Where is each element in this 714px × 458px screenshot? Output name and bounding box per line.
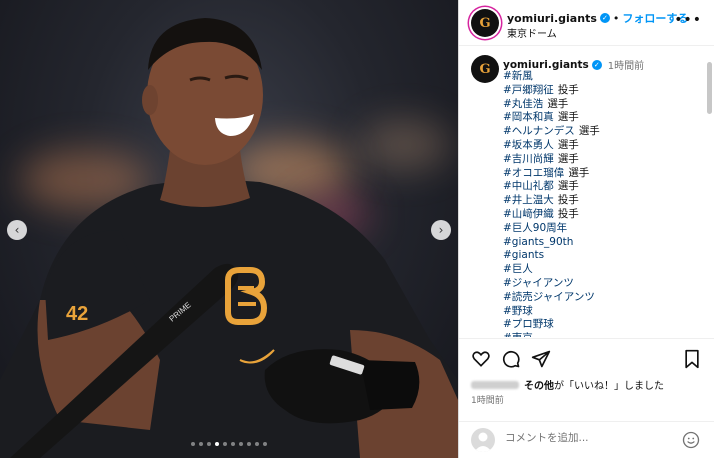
hashtag-line: #プロ野球 (503, 318, 600, 332)
hashtag-line: #巨人90周年 (503, 222, 600, 236)
player-figure: 42 PRIME (0, 18, 458, 458)
hashtag-link[interactable]: #井上温大 (503, 194, 554, 206)
hashtag-link[interactable]: #オコエ瑠偉 (503, 167, 564, 179)
hashtag-link[interactable]: #坂本勇人 (503, 139, 554, 151)
hashtag-link[interactable]: #giants (503, 249, 544, 261)
hashtag-line: #山﨑伊織 投手 (503, 208, 600, 222)
hashtag-link[interactable]: #giants_90th (503, 236, 573, 248)
hashtag-suffix: 選手 (557, 180, 579, 193)
hashtag-line: #井上温大 投手 (503, 194, 600, 208)
more-options-icon[interactable]: ••• (674, 12, 702, 28)
post-photo[interactable]: 42 PRIME ‹ › (0, 0, 458, 458)
chevron-right-icon: › (438, 223, 444, 237)
likes-rest: が「いいね！」しました (554, 381, 664, 392)
viewer-avatar (471, 428, 495, 452)
bookmark-icon[interactable] (682, 349, 702, 369)
hashtag-link[interactable]: #丸佳浩 (503, 98, 543, 110)
location-link[interactable]: 東京ドーム (507, 25, 557, 40)
hashtag-link[interactable]: #巨人 (503, 263, 533, 275)
hashtag-link[interactable]: #新風 (503, 70, 533, 82)
hashtag-link[interactable]: #プロ野球 (503, 318, 554, 330)
hashtag-line: #野球 (503, 305, 600, 319)
hashtag-line: #オコエ瑠偉 選手 (503, 167, 600, 181)
caption-username[interactable]: yomiuri.giants (503, 59, 589, 71)
hashtag-line: #東京 (503, 332, 600, 337)
hashtag-line: #岡本和真 選手 (503, 111, 600, 125)
hashtag-list: #新風 #戸郷翔征 投手 #丸佳浩 選手 #岡本和真 選手 #ヘルナンデス 選手 #坂本勇人 選手 #… (503, 70, 600, 337)
carousel-dot (263, 442, 267, 446)
carousel-next-button[interactable]: › (431, 220, 451, 240)
separator-dot: • (612, 11, 620, 25)
profile-avatar[interactable]: G (471, 9, 499, 37)
hashtag-suffix: 選手 (557, 152, 579, 165)
hashtag-suffix: 選手 (557, 111, 579, 124)
hashtag-link[interactable]: #岡本和真 (503, 111, 554, 123)
glove-wrist (360, 360, 420, 410)
caption-section: G yomiuri.giants ✓ 1時間前 #新風 #戸郷翔征 投手 #丸佳浩 選手… (459, 47, 714, 337)
post-header: G yomiuri.giants ✓ • フォローする 東京ドーム ••• (459, 0, 714, 46)
carousel-dot (223, 442, 227, 446)
hashtag-link[interactable]: #巨人90周年 (503, 222, 567, 234)
hashtag-line: #中山礼都 選手 (503, 180, 600, 194)
post-timestamp[interactable]: 1時間前 (471, 393, 504, 406)
hashtag-line: #坂本勇人 選手 (503, 139, 600, 153)
likes-summary[interactable]: その他 が「いいね！」しました (471, 377, 664, 392)
carousel-dot (239, 442, 243, 446)
hashtag-link[interactable]: #ジャイアンツ (503, 277, 574, 289)
hashtag-suffix: 投手 (557, 83, 579, 96)
likes-others: その他 (524, 381, 554, 392)
carousel-indicator (0, 442, 458, 446)
carousel-dot (231, 442, 235, 446)
hashtag-suffix: 選手 (568, 166, 590, 179)
jersey-number: 42 (66, 303, 88, 325)
hashtag-link[interactable]: #吉川尚輝 (503, 153, 554, 165)
hashtag-link[interactable]: #中山礼都 (503, 180, 554, 192)
hashtag-suffix: 選手 (547, 97, 569, 110)
hashtag-line: #巨人 (503, 263, 600, 277)
caption-scrollbar[interactable] (707, 62, 712, 114)
comment-input[interactable] (505, 432, 675, 444)
hashtag-line: #新風 (503, 70, 600, 84)
chevron-left-icon: ‹ (14, 223, 20, 237)
hashtag-suffix: 投手 (557, 194, 579, 207)
hashtag-suffix: 投手 (557, 207, 579, 220)
hashtag-line: #giants (503, 249, 600, 263)
verified-badge-icon: ✓ (591, 59, 602, 70)
username-link[interactable]: yomiuri.giants (507, 12, 597, 25)
carousel-dot (255, 442, 259, 446)
hashtag-link[interactable]: #東京 (503, 332, 533, 337)
comment-box (459, 421, 714, 458)
hashtag-link[interactable]: #読売ジャイアンツ (503, 291, 595, 303)
carousel-dot (207, 442, 211, 446)
caption-avatar[interactable]: G (471, 55, 499, 83)
share-icon[interactable] (531, 349, 551, 369)
carousel-dot (199, 442, 203, 446)
verified-badge-icon: ✓ (599, 13, 610, 23)
hashtag-link[interactable]: #山﨑伊織 (503, 208, 554, 220)
heart-icon[interactable] (471, 349, 491, 369)
hashtag-line: #読売ジャイアンツ (503, 291, 600, 305)
comment-icon[interactable] (501, 349, 521, 369)
hashtag-line: #ヘルナンデス 選手 (503, 125, 600, 139)
player-ear (142, 85, 158, 115)
hashtag-link[interactable]: #ヘルナンデス (503, 125, 575, 137)
post-time: 1時間前 (607, 61, 645, 72)
carousel-dot (247, 442, 251, 446)
hashtag-link[interactable]: #野球 (503, 305, 533, 317)
hashtag-suffix: 選手 (557, 138, 579, 151)
emoji-icon[interactable] (682, 431, 700, 449)
hashtag-line: #戸郷翔征 投手 (503, 84, 600, 98)
hashtag-suffix: 選手 (578, 125, 600, 138)
hashtag-link[interactable]: #戸郷翔征 (503, 84, 554, 96)
hashtag-line: #吉川尚輝 選手 (503, 153, 600, 167)
post-side-panel: G yomiuri.giants ✓ • フォローする 東京ドーム ••• G … (458, 0, 714, 458)
carousel-dot (191, 442, 195, 446)
carousel-prev-button[interactable]: ‹ (7, 220, 27, 240)
carousel-dot (215, 442, 219, 446)
action-bar: その他 が「いいね！」しました 1時間前 (459, 338, 714, 458)
hashtag-line: #giants_90th (503, 236, 600, 250)
liker-name-blurred (471, 380, 519, 389)
hashtag-line: #ジャイアンツ (503, 277, 600, 291)
hashtag-line: #丸佳浩 選手 (503, 98, 600, 112)
